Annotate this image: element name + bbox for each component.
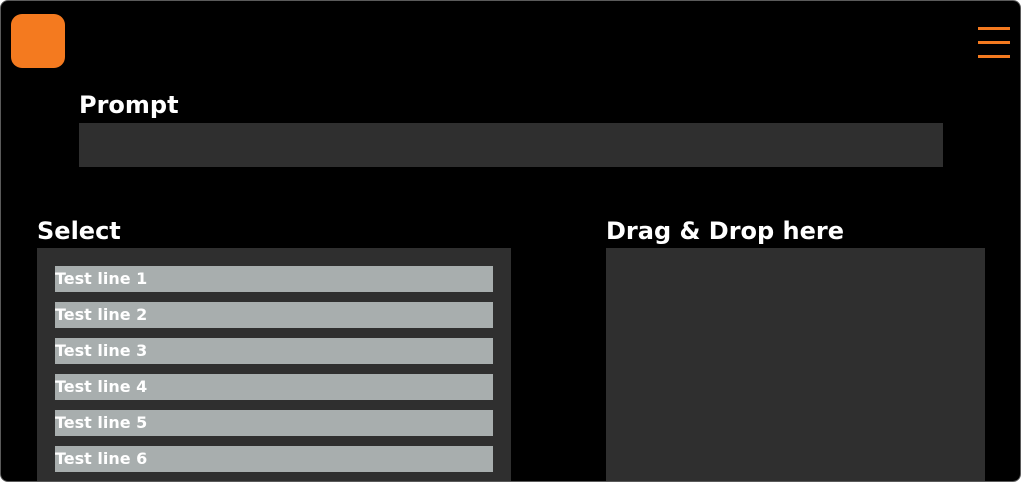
select-listbox[interactable]: Test line 1 Test line 2 Test line 3 Test… — [37, 248, 511, 481]
menu-bar-bottom — [978, 55, 1010, 58]
prompt-label: Prompt — [79, 91, 179, 119]
select-option[interactable]: Test line 4 — [55, 374, 493, 400]
app-logo — [11, 14, 65, 68]
prompt-input[interactable] — [79, 123, 943, 167]
select-option[interactable]: Test line 2 — [55, 302, 493, 328]
menu-bar-top — [978, 27, 1010, 30]
app-window: Prompt Select Test line 1 Test line 2 Te… — [0, 0, 1021, 482]
select-option[interactable]: Test line 6 — [55, 446, 493, 472]
select-option[interactable]: Test line 5 — [55, 410, 493, 436]
select-option[interactable]: Test line 3 — [55, 338, 493, 364]
dropzone-label: Drag & Drop here — [606, 217, 845, 245]
select-label: Select — [37, 217, 121, 245]
select-option[interactable]: Test line 1 — [55, 266, 493, 292]
drag-drop-zone[interactable] — [606, 248, 985, 481]
hamburger-menu-icon[interactable] — [978, 25, 1010, 61]
menu-bar-middle — [978, 41, 1010, 44]
